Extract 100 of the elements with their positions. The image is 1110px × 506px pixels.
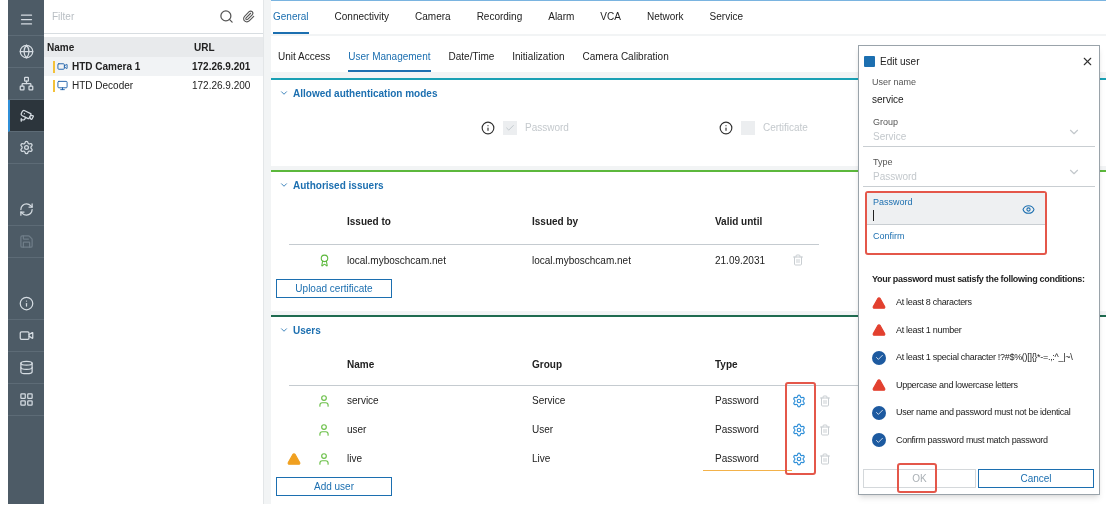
info-icon [718, 120, 733, 135]
settings-icon [18, 140, 34, 155]
section-header[interactable]: Allowed authentication modes [271, 80, 446, 106]
field-label: Password [873, 195, 914, 209]
condition-text: At least 1 special character !?#$%()[]{}*-=.,:^_|~\ [896, 351, 1073, 364]
settings-icon [792, 451, 806, 466]
column-header: Group [532, 357, 563, 372]
chevron-icon [279, 180, 289, 190]
tab[interactable]: Network [646, 9, 684, 34]
tab[interactable]: Service [709, 9, 743, 34]
condition-text: At least 1 number [896, 323, 962, 337]
field-label: Group [873, 115, 899, 129]
device-row[interactable]: HTD Camera 1 172.26.9.201 [44, 57, 263, 76]
grid-icon [18, 392, 34, 407]
field-label: Type [873, 155, 894, 169]
edit-user-button[interactable] [792, 422, 806, 437]
info-icon [18, 296, 34, 311]
camera-icon [19, 108, 35, 123]
info-icon [481, 120, 495, 135]
field-label: Confirm [873, 229, 906, 243]
user-icon [317, 393, 331, 408]
delete-icon [792, 254, 804, 266]
paperclip-icon [242, 10, 255, 23]
column-header: Name [347, 357, 376, 372]
section-header[interactable]: Users [271, 317, 329, 343]
sub-tab[interactable]: User Management [348, 49, 431, 72]
globe-icon [18, 44, 34, 59]
delete-icon [819, 452, 831, 465]
chevron-icon [279, 325, 289, 335]
search-icon [219, 9, 234, 24]
table-cell-text: Service [532, 394, 567, 408]
table-cell-text: local.myboschcam.net [347, 253, 447, 268]
sync-icon [18, 202, 34, 217]
device-row[interactable]: HTD Decoder 172.26.9.200 [44, 76, 263, 95]
highlight-frame [897, 463, 937, 493]
table-cell: Password [703, 446, 792, 471]
table-cell-text: Password [715, 423, 760, 437]
table-cell-text: Password [715, 394, 760, 408]
video-icon [18, 328, 34, 343]
device-url: 172.26.9.200 [192, 79, 251, 93]
add-user-button[interactable]: Add user [276, 477, 392, 496]
table-cell-text: user [347, 423, 368, 437]
sub-tab[interactable]: Camera Calibration [582, 49, 669, 72]
field-value: Password [873, 170, 918, 184]
field-value: service [872, 92, 905, 107]
settings-icon [792, 393, 806, 408]
cancel-button[interactable]: Cancel [978, 469, 1094, 488]
condition-text: Uppercase and lowercase letters [896, 378, 1018, 392]
password-field[interactable]: Password [867, 192, 1045, 225]
column-header: Issued to [347, 214, 392, 229]
sub-tab[interactable]: Date/Time [448, 49, 495, 72]
tab[interactable]: Alarm [548, 9, 575, 34]
tab[interactable]: General [273, 9, 309, 34]
delete-icon [819, 423, 831, 436]
eye-icon [1022, 202, 1035, 216]
delete-icon [819, 394, 831, 407]
camera-icon [57, 61, 68, 72]
device-name: HTD Camera 1 [72, 60, 142, 74]
option-label: Certificate [762, 121, 808, 135]
condition-text: User name and password must not be identical [896, 406, 1071, 419]
field-label: User name [872, 76, 917, 89]
sub-tab[interactable]: Unit Access [278, 49, 331, 72]
tab[interactable]: Recording [476, 9, 523, 34]
database-icon [18, 360, 34, 375]
option-label: Password [525, 121, 569, 135]
app-logo-icon [864, 55, 875, 67]
confirm-field[interactable]: Confirm [867, 224, 1045, 253]
section-header[interactable]: Authorised issuers [271, 172, 392, 198]
network-icon [18, 76, 34, 91]
user-icon [317, 451, 331, 466]
column-header: Valid until [715, 214, 764, 229]
conditions-title: Your password must satisfy the following conditions: [871, 272, 1086, 286]
edit-user-button[interactable] [792, 393, 806, 408]
condition-text: Confirm password must match password [896, 433, 1048, 447]
table-cell-text: Live [532, 452, 552, 466]
edit-user-button[interactable] [792, 451, 806, 466]
chevron-icon [279, 88, 289, 98]
table-cell-text: User [532, 423, 555, 437]
check-icon [505, 122, 515, 133]
column-header: Type [715, 357, 739, 372]
column-header: Issued by [532, 214, 580, 229]
upload-certificate-button[interactable]: Upload certificate [276, 279, 392, 298]
sub-tab[interactable]: Initialization [512, 49, 565, 72]
device-name: HTD Decoder [72, 79, 135, 93]
column-header: Name [46, 40, 76, 55]
tab[interactable]: Camera [415, 9, 451, 34]
table-cell-text: live [347, 452, 363, 466]
device-url: 172.26.9.201 [192, 60, 251, 74]
table-cell-text: 21.09.2031 [715, 253, 767, 268]
filter-field[interactable]: Filter [52, 9, 211, 24]
table-cell-text: local.myboschcam.net [532, 253, 632, 268]
tab[interactable]: VCA [600, 9, 621, 34]
settings-icon [792, 422, 806, 437]
rail-camera-button[interactable] [8, 100, 44, 132]
text-cursor [873, 210, 874, 221]
tab[interactable]: Connectivity [334, 9, 390, 34]
decoder-icon [57, 80, 68, 91]
save-icon [18, 234, 34, 249]
user-icon [317, 422, 331, 437]
table-cell-text: service [347, 394, 380, 408]
